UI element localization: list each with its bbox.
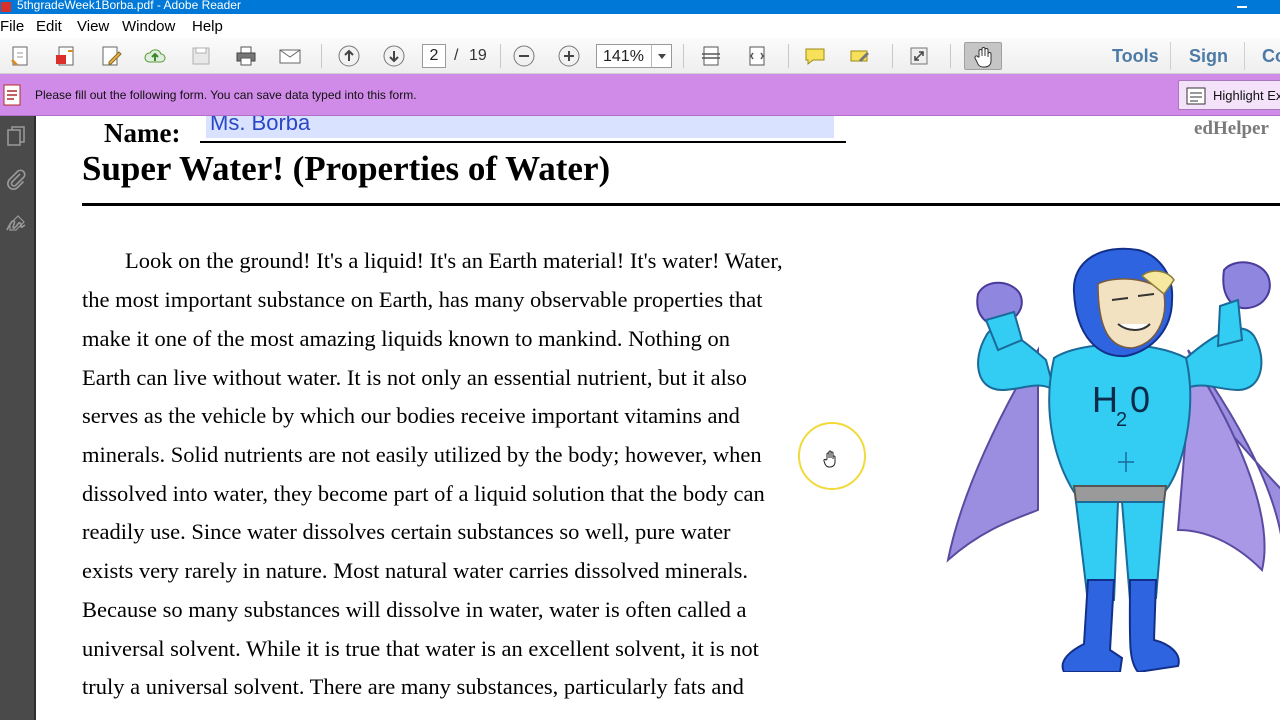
fit-width-icon[interactable] bbox=[745, 44, 769, 68]
name-label: Name: bbox=[104, 118, 181, 148]
paragraph-line: Earth can live without water. It is not … bbox=[82, 365, 747, 390]
toolbar: 2 / 19 141% Tools Sign Co bbox=[0, 38, 1280, 74]
page-title: Super Water! (Properties of Water) bbox=[82, 149, 611, 188]
highlight-fields-label: Highlight Exi bbox=[1213, 88, 1280, 103]
hero-chest-subscript: 2 bbox=[1116, 409, 1127, 431]
hand-tool-icon bbox=[974, 47, 992, 68]
paragraph-line: make it one of the most amazing liquids … bbox=[82, 326, 731, 351]
paragraph-line: serves as the vehicle by which our bodie… bbox=[82, 403, 740, 428]
next-page-icon[interactable] bbox=[382, 44, 406, 68]
hand-cursor-icon bbox=[823, 450, 836, 468]
export-pdf-icon[interactable] bbox=[54, 44, 78, 68]
name-underline bbox=[200, 141, 846, 143]
paragraph-line: readily use. Since water dissolves certa… bbox=[82, 519, 731, 544]
zoom-out-icon[interactable] bbox=[512, 44, 536, 68]
create-pdf-icon[interactable] bbox=[9, 44, 33, 68]
tools-button[interactable]: Tools bbox=[1112, 46, 1159, 67]
paragraph-line: exists very rarely in nature. Most natur… bbox=[82, 558, 749, 583]
prev-page-icon[interactable] bbox=[337, 44, 361, 68]
form-message: Please fill out the following form. You … bbox=[35, 88, 417, 102]
highlight-icon[interactable] bbox=[848, 44, 872, 68]
highlight-fields-icon bbox=[1186, 87, 1206, 105]
zoom-in-icon[interactable] bbox=[557, 44, 581, 68]
total-pages: 19 bbox=[469, 47, 487, 64]
paragraph-line: the most important substance on Earth, h… bbox=[82, 287, 763, 312]
hero-chest-o: 0 bbox=[1130, 379, 1150, 420]
sign-button[interactable]: Sign bbox=[1189, 46, 1228, 67]
page-number-input[interactable]: 2 bbox=[422, 44, 446, 68]
name-field[interactable]: Ms. Borba bbox=[206, 116, 834, 138]
menu-view[interactable]: View bbox=[77, 18, 109, 35]
menu-file[interactable]: File bbox=[0, 18, 24, 35]
pdf-form-icon bbox=[3, 84, 21, 106]
page-thumbnails-icon[interactable] bbox=[4, 124, 28, 148]
highlight-fields-button[interactable]: Highlight Exi bbox=[1178, 80, 1280, 110]
save-icon[interactable] bbox=[189, 44, 213, 68]
paragraph-line: dissolved into water, they become part o… bbox=[82, 481, 765, 506]
attachments-icon[interactable] bbox=[4, 168, 28, 192]
menu-window[interactable]: Window bbox=[122, 18, 175, 35]
page-separator: / bbox=[454, 47, 459, 64]
menu-edit[interactable]: Edit bbox=[36, 18, 62, 35]
hand-tool-button[interactable] bbox=[964, 42, 1002, 70]
signatures-icon[interactable] bbox=[4, 212, 28, 236]
edit-icon[interactable] bbox=[99, 44, 123, 68]
name-field-value: Ms. Borba bbox=[210, 116, 311, 135]
zoom-select[interactable]: 141% bbox=[596, 44, 672, 68]
minimize-button[interactable] bbox=[1222, 0, 1260, 14]
comment-pane-button[interactable]: Co bbox=[1262, 46, 1280, 67]
navigation-pane bbox=[0, 116, 36, 720]
water-superhero-illustration: H 2 0 bbox=[946, 247, 1280, 672]
paragraph-line: Look on the ground! It's a liquid! It's … bbox=[125, 248, 783, 273]
window-title: 5thgradeWeek1Borba.pdf - Adobe Reader bbox=[17, 0, 241, 12]
form-notification-bar: Please fill out the following form. You … bbox=[0, 74, 1280, 116]
fullscreen-icon[interactable] bbox=[907, 44, 931, 68]
paragraph-line: universal solvent. While it is true that… bbox=[82, 636, 759, 661]
print-icon[interactable] bbox=[234, 44, 258, 68]
paragraph-line: truly a universal solvent. There are man… bbox=[82, 674, 744, 699]
upload-icon[interactable] bbox=[143, 44, 167, 68]
adobe-reader-icon bbox=[1, 2, 11, 12]
paragraph-line: Because so many substances will dissolve… bbox=[82, 597, 747, 622]
brand-logo: edHelper bbox=[1194, 118, 1269, 139]
menu-help[interactable]: Help bbox=[192, 18, 223, 35]
title-bar: 5thgradeWeek1Borba.pdf - Adobe Reader bbox=[0, 0, 1280, 14]
title-divider bbox=[82, 203, 1280, 206]
paragraph-line: minerals. Solid nutrients are not easily… bbox=[82, 442, 762, 467]
hero-chest-h: H bbox=[1092, 379, 1118, 420]
comment-icon[interactable] bbox=[803, 44, 827, 68]
email-icon[interactable] bbox=[278, 44, 302, 68]
mouse-cursor-highlight bbox=[798, 422, 866, 490]
zoom-value: 141% bbox=[603, 48, 644, 65]
document-view[interactable]: Name: Ms. Borba edHelper Super Water! (P… bbox=[38, 116, 1280, 720]
zoom-dropdown-arrow[interactable] bbox=[651, 45, 671, 67]
menu-bar: File Edit View Window Help bbox=[0, 14, 1280, 38]
fit-page-icon[interactable] bbox=[699, 44, 723, 68]
